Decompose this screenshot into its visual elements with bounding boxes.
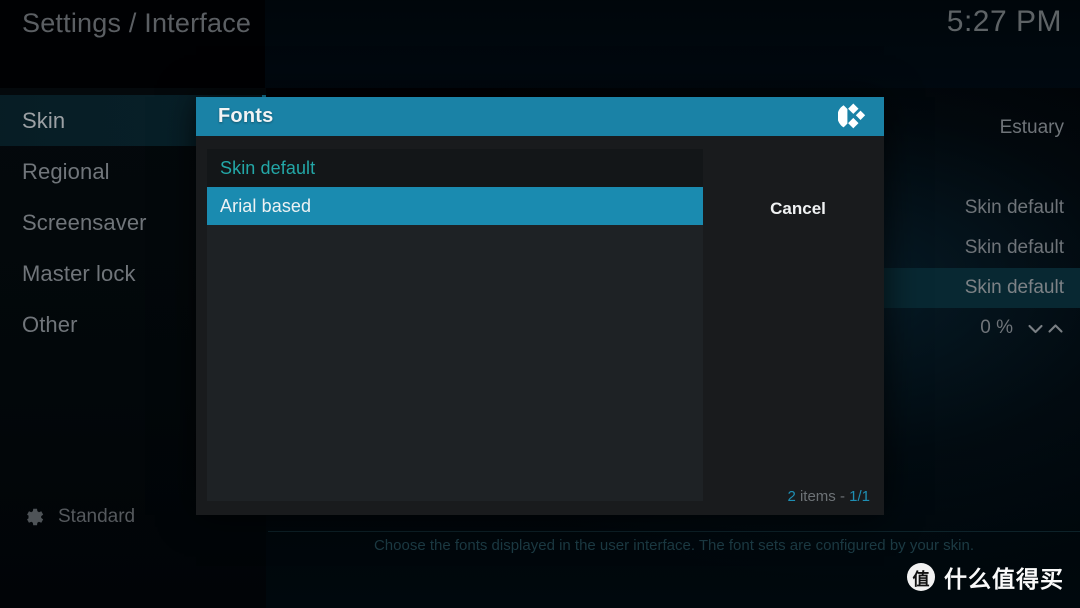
setting-value: 0 % <box>980 317 1013 338</box>
setting-value-row[interactable]: Estuary <box>884 108 1080 148</box>
kodi-settings-screen: Settings / Interface 5:27 PM Skin Region… <box>0 0 1080 608</box>
breadcrumb: Settings / Interface <box>22 8 252 38</box>
item-count-number: 2 <box>787 488 796 505</box>
dialog-header: Fonts <box>196 97 884 136</box>
sidebar-item-label: Other <box>22 311 78 337</box>
item-count-label: items - <box>795 488 850 505</box>
watermark-badge-icon: 值 <box>907 563 935 591</box>
font-options-list[interactable]: Skin default Arial based <box>207 149 703 501</box>
setting-value-row[interactable]: Skin default <box>884 228 1080 268</box>
watermark-text: 什么值得买 <box>944 567 1064 593</box>
setting-value-row[interactable]: Skin default <box>884 188 1080 228</box>
spinner-controls[interactable] <box>1027 322 1064 335</box>
setting-value-row[interactable] <box>884 148 1080 188</box>
list-item[interactable]: Skin default <box>207 149 703 187</box>
setting-value-row-spinner[interactable]: 0 % <box>884 308 1080 348</box>
setting-value-row-focused[interactable]: Skin default <box>884 268 1080 308</box>
chevron-down-icon[interactable] <box>1027 322 1044 335</box>
settings-values-column: Estuary Skin default Skin default Skin d… <box>884 108 1080 348</box>
setting-value: Skin default <box>964 277 1064 298</box>
kodi-logo-icon <box>837 102 868 131</box>
list-item[interactable]: Arial based <box>207 187 703 225</box>
settings-level-selector[interactable]: Standard <box>20 505 135 529</box>
sidebar-item-label: Master lock <box>22 260 136 286</box>
list-item-label: Skin default <box>220 157 316 178</box>
clock: 5:27 PM <box>946 5 1062 38</box>
watermark: 值 什么值得买 <box>907 560 1064 594</box>
list-item-label: Arial based <box>220 195 312 216</box>
cancel-button[interactable]: Cancel <box>725 191 871 227</box>
fonts-dialog: Fonts Skin default Arial based Cancel 2 … <box>196 97 884 515</box>
chevron-up-icon[interactable] <box>1047 322 1064 335</box>
settings-level-label: Standard <box>58 506 136 527</box>
setting-value: Estuary <box>999 117 1064 138</box>
dialog-body: Skin default Arial based Cancel 2 items … <box>196 136 884 515</box>
sidebar-item-label: Screensaver <box>22 209 147 235</box>
dialog-title: Fonts <box>218 105 274 127</box>
setting-value: Skin default <box>964 237 1064 258</box>
gear-icon <box>20 505 44 529</box>
sidebar-item-label: Skin <box>22 107 66 133</box>
item-count-status: 2 items - 1/1 <box>787 488 870 505</box>
setting-value: Skin default <box>964 197 1064 218</box>
help-divider <box>268 531 1080 532</box>
sidebar-item-label: Regional <box>22 158 110 184</box>
page-indicator: 1/1 <box>849 488 870 505</box>
help-text: Choose the fonts displayed in the user i… <box>373 537 975 554</box>
